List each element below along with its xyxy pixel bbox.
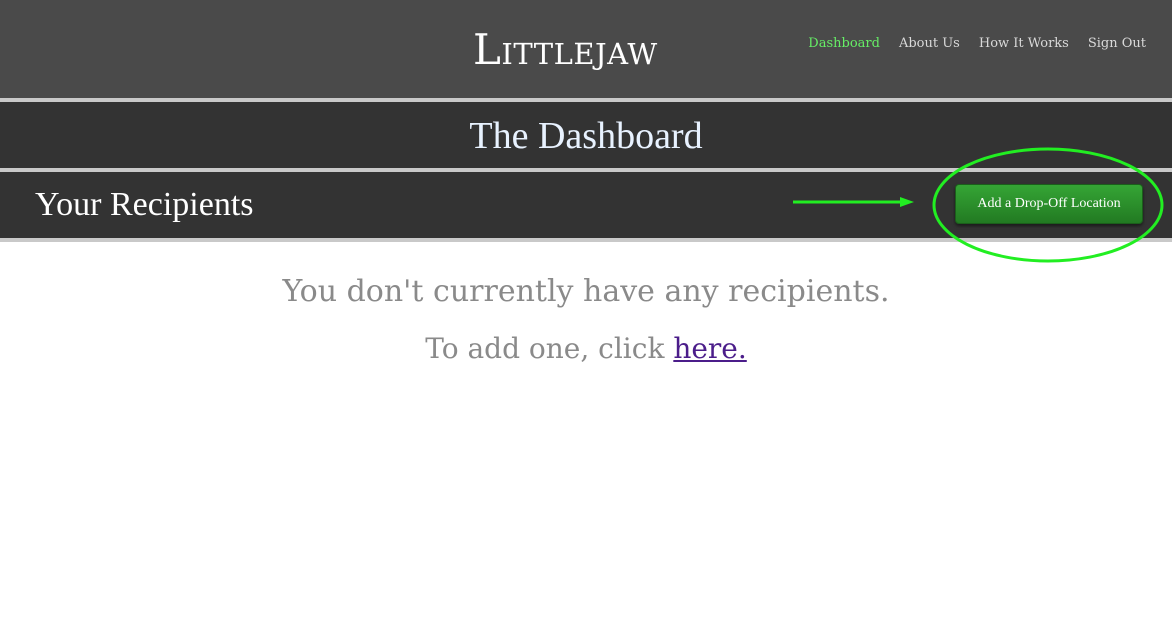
add-recipient-hint: To add one, click here. [0, 330, 1172, 368]
nav-dashboard[interactable]: Dashboard [808, 35, 880, 53]
add-drop-off-location-button[interactable]: Add a Drop-Off Location [955, 184, 1143, 224]
nav-about-us[interactable]: About Us [899, 35, 960, 53]
main-nav: Dashboard About Us How It Works Sign Out [808, 35, 1146, 53]
brand-logo[interactable]: Littlejaw [473, 26, 703, 74]
divider [0, 238, 1172, 242]
nav-how-it-works[interactable]: How It Works [979, 35, 1069, 53]
recipients-header: Your Recipients Add a Drop-Off Location [0, 172, 1172, 238]
section-title: Your Recipients [35, 186, 254, 223]
hint-text: To add one, click [425, 332, 674, 365]
page-title: The Dashboard [469, 115, 703, 157]
add-recipient-link[interactable]: here. [673, 332, 746, 365]
nav-sign-out[interactable]: Sign Out [1088, 35, 1146, 53]
dashboard-header: The Dashboard [0, 102, 1172, 168]
top-navbar: Littlejaw Dashboard About Us How It Work… [0, 0, 1172, 98]
empty-state-message: You don't currently have any recipients. [282, 274, 890, 309]
